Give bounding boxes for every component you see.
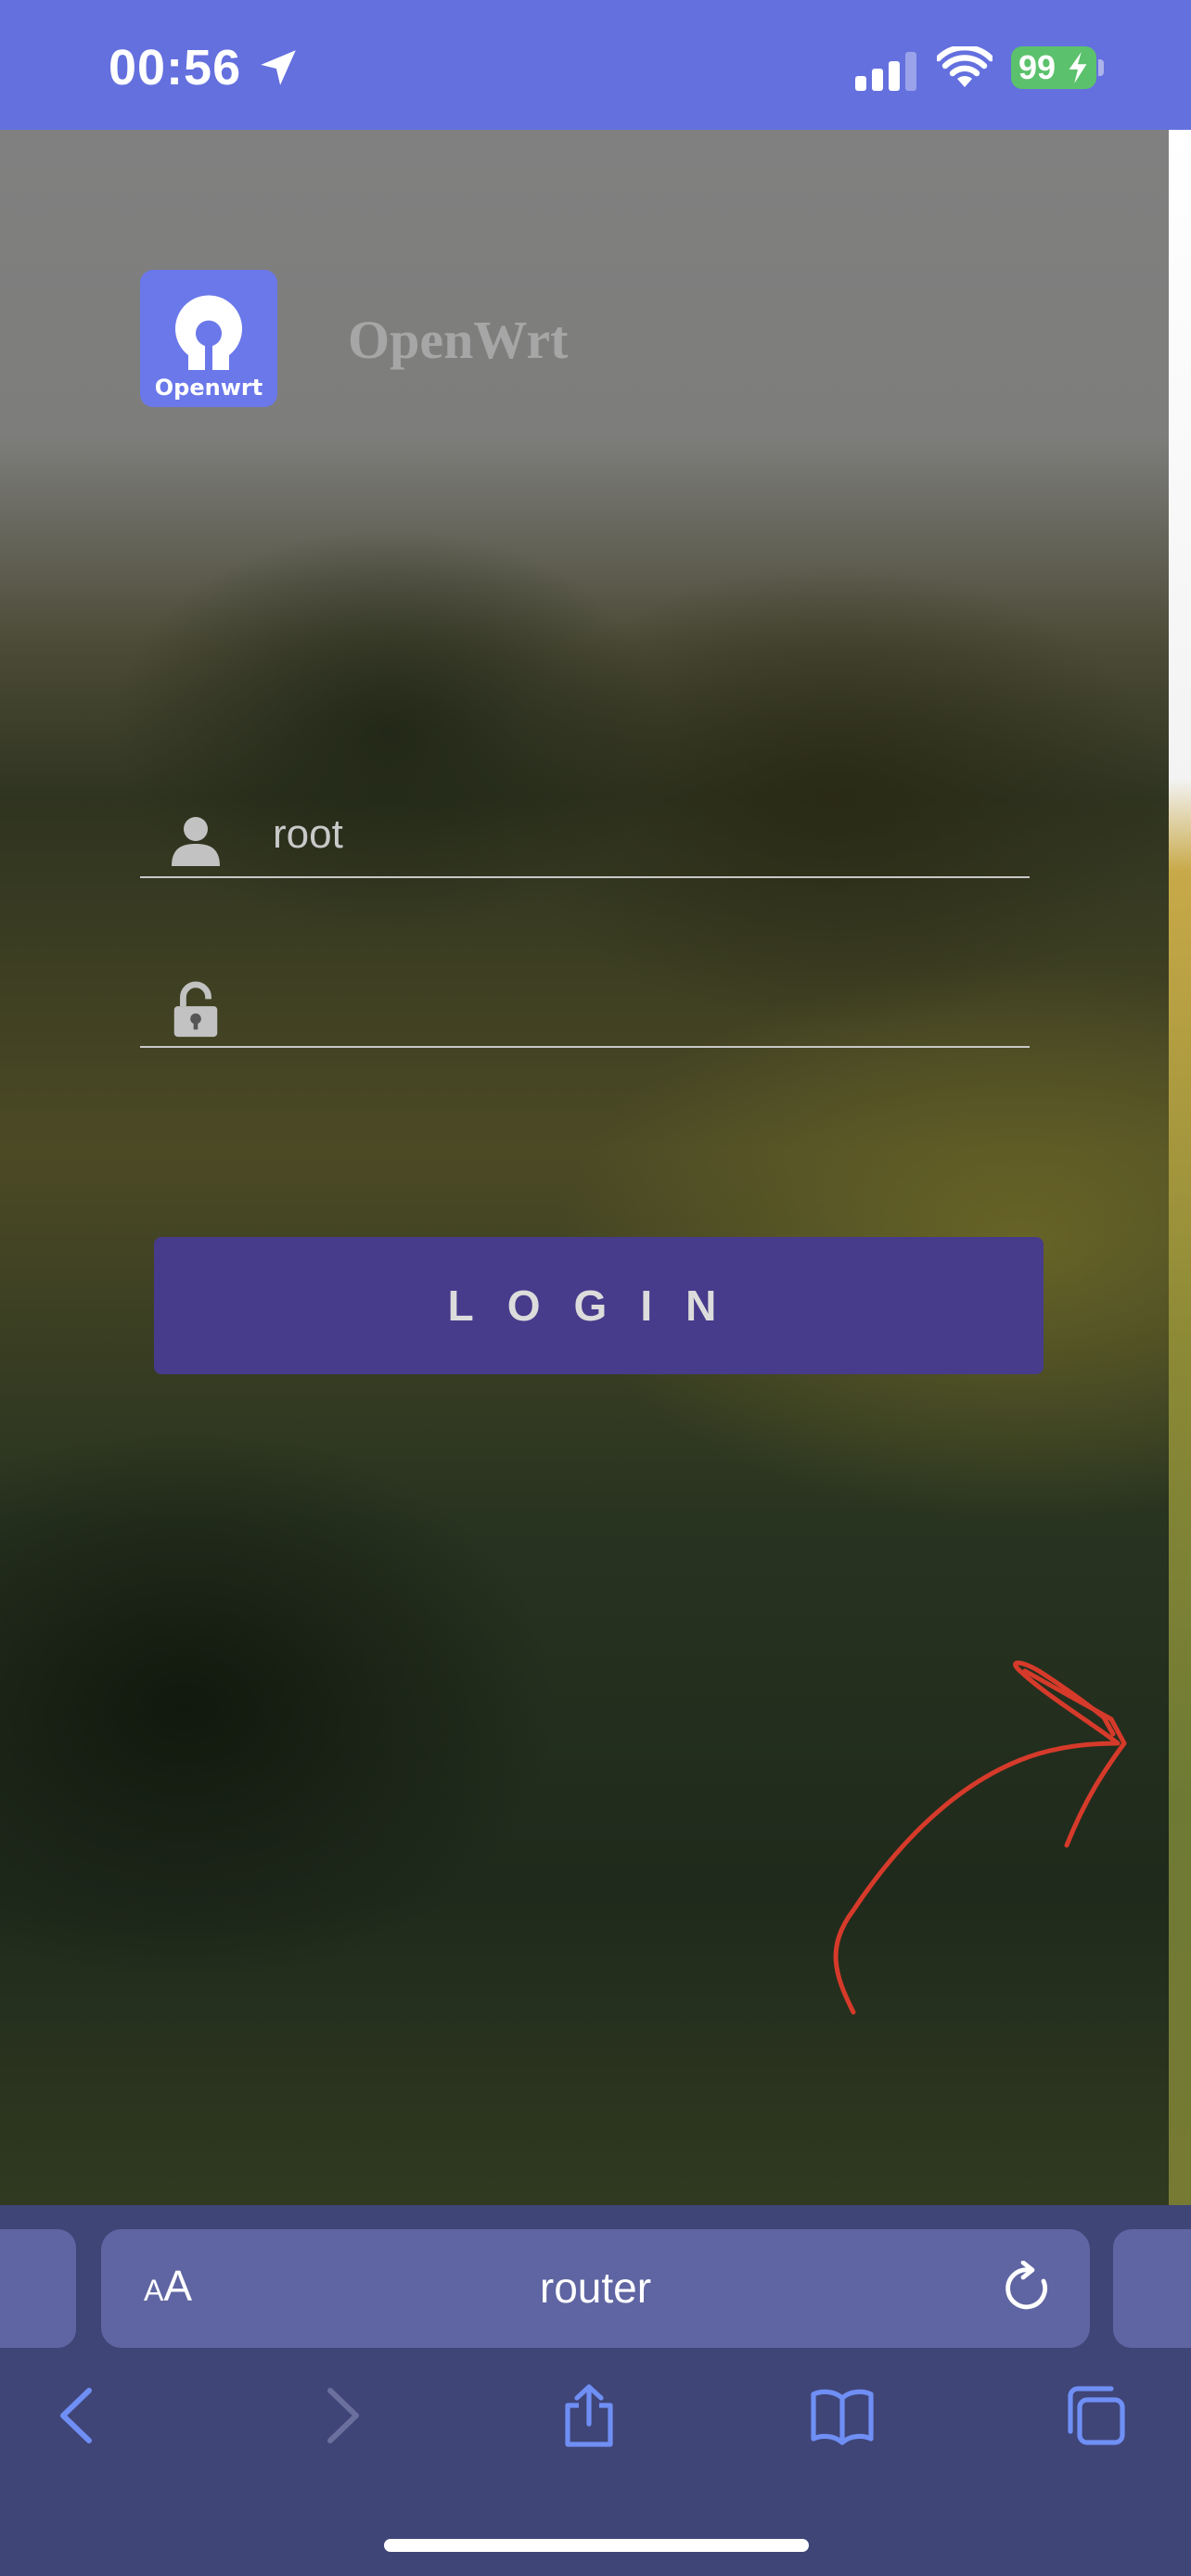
username-field[interactable]: root bbox=[140, 811, 1030, 878]
forward-chevron-icon[interactable] bbox=[306, 2383, 371, 2448]
wifi-icon bbox=[937, 46, 992, 87]
openwrt-logo: Openwrt bbox=[140, 270, 277, 407]
battery-cap bbox=[1098, 59, 1104, 76]
web-content: Openwrt OpenWrt root LOGIN bbox=[0, 130, 1169, 2205]
unlocked-padlock-icon bbox=[173, 981, 218, 1038]
previous-tab-pill[interactable] bbox=[0, 2229, 76, 2348]
status-bar: 00:56 99 bbox=[0, 0, 1191, 130]
battery-indicator: 99 bbox=[1011, 46, 1096, 89]
password-field[interactable] bbox=[140, 981, 1030, 1048]
tabs-icon[interactable] bbox=[1063, 2383, 1128, 2448]
username-value: root bbox=[273, 811, 343, 857]
status-time: 00:56 bbox=[109, 40, 242, 96]
location-arrow-icon bbox=[261, 50, 296, 85]
bookmarks-icon[interactable] bbox=[810, 2383, 875, 2448]
home-indicator[interactable] bbox=[384, 2539, 809, 2552]
safari-toolbar: AA router bbox=[0, 2205, 1191, 2576]
cellular-signal-icon bbox=[855, 52, 916, 91]
battery-level: 99 bbox=[1018, 48, 1057, 86]
login-button[interactable]: LOGIN bbox=[154, 1237, 1044, 1374]
share-icon[interactable] bbox=[557, 2383, 621, 2448]
openwrt-logo-icon bbox=[175, 295, 242, 370]
adjacent-tab-preview bbox=[1169, 130, 1191, 2205]
reload-icon[interactable] bbox=[1003, 2261, 1055, 2316]
user-icon bbox=[172, 817, 220, 866]
brand-name: OpenWrt bbox=[348, 310, 569, 370]
logo-text: Openwrt bbox=[154, 375, 263, 401]
address-bar[interactable]: AA router bbox=[101, 2229, 1090, 2348]
url-text: router bbox=[539, 2264, 652, 2312]
red-arrow-annotation bbox=[833, 1660, 1127, 2015]
back-chevron-icon[interactable] bbox=[48, 2383, 113, 2448]
next-tab-pill[interactable] bbox=[1113, 2229, 1191, 2348]
charging-bolt-icon bbox=[1069, 52, 1087, 83]
